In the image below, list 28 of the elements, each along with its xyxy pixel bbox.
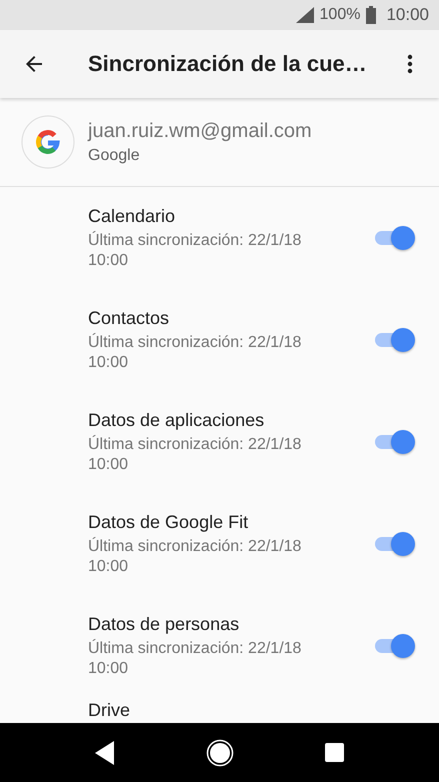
sync-item-title: Contactos	[88, 308, 170, 328]
google-logo-icon	[21, 115, 75, 169]
account-email: juan.ruiz.wm@gmail.com	[88, 120, 312, 142]
more-options-icon	[407, 52, 413, 76]
account-type: Google	[88, 146, 141, 164]
sync-toggle[interactable]	[373, 429, 415, 455]
last-sync-text: Última sincronización: 22/1/18 10:00	[88, 332, 302, 372]
back-icon[interactable]	[95, 740, 116, 764]
battery-icon	[366, 6, 376, 24]
sync-item-title: Datos de Google Fit	[88, 512, 250, 532]
sync-item-title: Datos de personas	[88, 614, 240, 634]
status-time: 10:00	[386, 5, 429, 25]
sync-toggle[interactable]	[373, 633, 415, 659]
last-sync-text: Última sincronización: 22/1/18 10:00	[88, 638, 302, 678]
battery-percentage: 100%	[320, 6, 360, 24]
sync-item-title: Drive	[88, 700, 132, 721]
signal-icon	[296, 7, 314, 23]
recents-icon[interactable]	[324, 743, 344, 762]
sync-item-title: Datos de aplicaciones	[88, 410, 266, 430]
sync-toggle[interactable]	[373, 327, 415, 353]
screen-title: Sincronización de la cue…	[88, 51, 368, 77]
last-sync-text: Última sincronización: 22/1/18 10:00	[88, 230, 302, 270]
sync-item-title: Calendario	[88, 206, 176, 226]
last-sync-text: Última sincronización: 22/1/18 10:00	[88, 434, 302, 474]
home-icon[interactable]	[206, 738, 234, 766]
sync-toggle[interactable]	[373, 531, 415, 557]
last-sync-text: Última sincronización: 22/1/18 10:00	[88, 536, 302, 576]
sync-toggle[interactable]	[373, 225, 415, 251]
